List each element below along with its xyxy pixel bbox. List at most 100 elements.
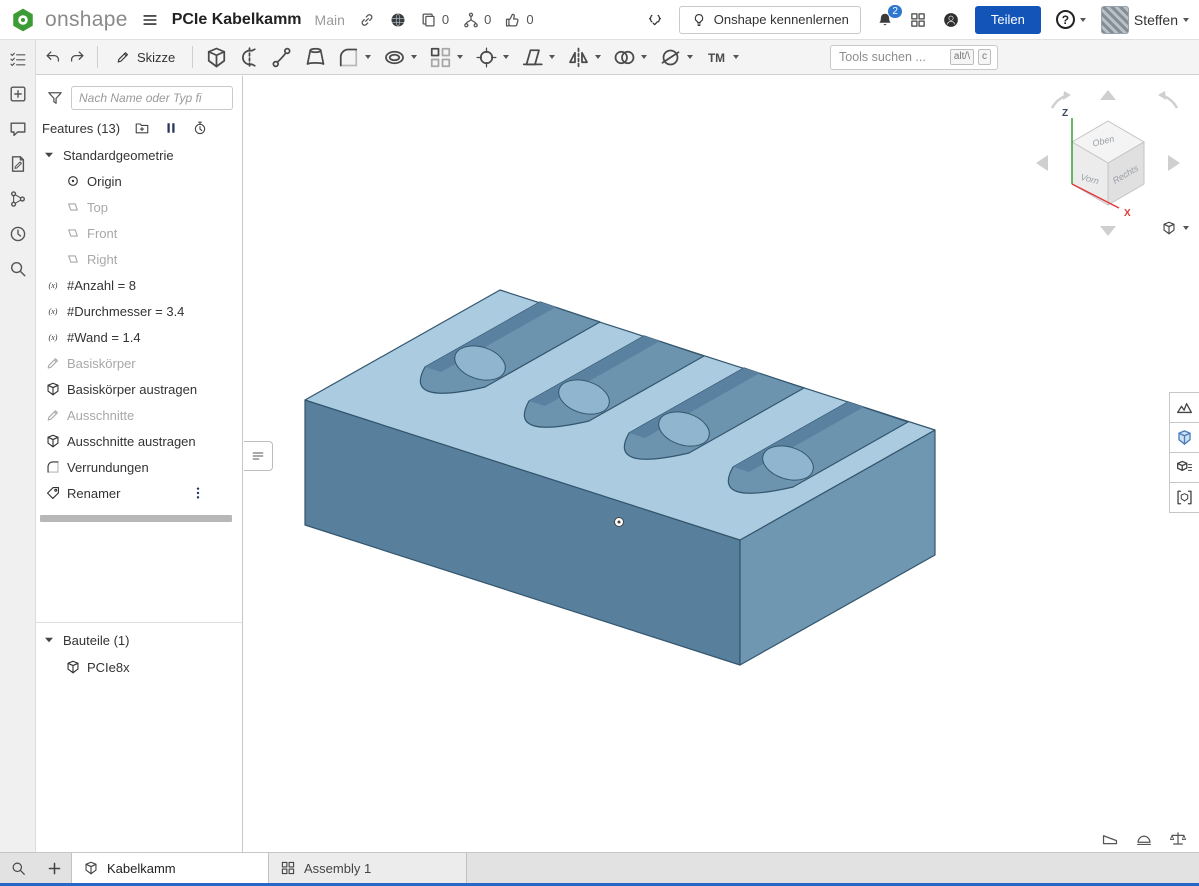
rollback-history-icon[interactable] <box>192 120 208 136</box>
dropdown-caret-icon[interactable] <box>729 45 742 70</box>
dropdown-caret-icon[interactable] <box>545 45 558 70</box>
tab-search-button[interactable] <box>0 853 37 883</box>
appearance-panel-tab[interactable] <box>1169 392 1199 423</box>
comments-icon[interactable] <box>8 119 28 139</box>
community-icon[interactable] <box>942 11 960 29</box>
mirror-icon[interactable] <box>566 45 591 70</box>
tessellation-quality-icon[interactable] <box>1101 830 1119 848</box>
origin-marker[interactable] <box>615 518 624 527</box>
new-folder-icon[interactable] <box>134 120 150 136</box>
undo-button[interactable] <box>44 48 62 66</box>
help-menu[interactable]: ? <box>1056 10 1086 29</box>
display-states-panel-tab[interactable] <box>1169 422 1199 453</box>
forks-counter[interactable]: 0 <box>462 11 491 29</box>
dropdown-caret-icon[interactable] <box>453 45 466 70</box>
hole-icon[interactable] <box>474 45 499 70</box>
view-cube[interactable]: Oben Vorn Rechts <box>1072 121 1144 205</box>
tool-revolve[interactable] <box>237 45 262 70</box>
new-tab-button[interactable] <box>37 853 71 883</box>
revolve-icon[interactable] <box>237 45 262 70</box>
feature-filter-input[interactable] <box>71 86 233 110</box>
shell-icon[interactable] <box>382 45 407 70</box>
learn-button[interactable]: Onshape kennenlernen <box>679 6 861 34</box>
fillet-icon[interactable] <box>336 45 361 70</box>
tool-fillet[interactable] <box>336 45 374 70</box>
feature-item-anzahl-8[interactable]: (x)#Anzahl = 8 <box>36 272 242 298</box>
feature-list-icon[interactable] <box>8 49 28 69</box>
copies-counter[interactable]: 0 <box>420 11 449 29</box>
part-item-pcie8x[interactable]: PCIe8x <box>36 654 242 680</box>
sweep-icon[interactable] <box>270 45 295 70</box>
boolean-icon[interactable] <box>612 45 637 70</box>
scene-canvas[interactable]: Oben Vorn Rechts Z X <box>244 76 1199 852</box>
dropdown-caret-icon[interactable] <box>637 45 650 70</box>
notifications-button[interactable]: 2 <box>876 11 894 29</box>
tool-hole[interactable] <box>474 45 512 70</box>
graphics-area[interactable]: Oben Vorn Rechts Z X <box>244 76 1199 852</box>
transform-icon[interactable]: TM <box>704 45 729 70</box>
dropdown-caret-icon[interactable] <box>683 45 696 70</box>
insert-icon[interactable] <box>8 84 28 104</box>
workspace-name[interactable]: Main <box>315 12 345 28</box>
pattern-icon[interactable] <box>428 45 453 70</box>
tool-extrude[interactable] <box>204 45 229 70</box>
tool-sweep[interactable] <box>270 45 295 70</box>
feature-item-durchmesser-3-4[interactable]: (x)#Durchmesser = 3.4 <box>36 298 242 324</box>
tool-boolean[interactable] <box>612 45 650 70</box>
configuration-panel-tab[interactable] <box>1169 482 1199 513</box>
tool-mirror[interactable] <box>566 45 604 70</box>
sketch-button[interactable]: Skizze <box>109 45 181 69</box>
feature-item-basisk-rper-austragen[interactable]: Basiskörper austragen <box>36 376 242 402</box>
feature-item-origin[interactable]: Origin <box>36 168 242 194</box>
feature-item-front[interactable]: Front <box>36 220 242 246</box>
rollback-bar[interactable] <box>40 515 232 522</box>
redo-button[interactable] <box>68 48 86 66</box>
suppress-icon[interactable] <box>163 120 179 136</box>
featurescript-icon[interactable] <box>646 11 664 29</box>
extrude-icon[interactable] <box>204 45 229 70</box>
split-icon[interactable] <box>658 45 683 70</box>
feature-item-right[interactable]: Right <box>36 246 242 272</box>
likes-counter[interactable]: 0 <box>504 11 533 29</box>
feature-item-ausschnitte-austragen[interactable]: Ausschnitte austragen <box>36 428 242 454</box>
app-switcher-icon[interactable] <box>909 11 927 29</box>
tool-pattern[interactable] <box>428 45 466 70</box>
tab-kabelkamm[interactable]: Kabelkamm <box>71 853 269 883</box>
history-icon[interactable] <box>8 224 28 244</box>
search-icon[interactable] <box>8 259 28 279</box>
feature-item-verrundungen[interactable]: Verrundungen <box>36 454 242 480</box>
feature-group-standardgeometrie[interactable]: Standardgeometrie <box>36 142 242 168</box>
parts-header[interactable]: Bauteile (1) <box>36 626 242 654</box>
feature-item-basisk-rper[interactable]: Basiskörper <box>36 350 242 376</box>
versions-icon[interactable] <box>8 189 28 209</box>
dropdown-caret-icon[interactable] <box>591 45 604 70</box>
tool-transform[interactable]: TM <box>704 45 742 70</box>
view-options-button[interactable] <box>1159 218 1191 238</box>
model-part[interactable] <box>305 290 935 665</box>
dropdown-caret-icon[interactable] <box>361 45 374 70</box>
tool-search-box[interactable]: alt/\ c <box>830 45 998 70</box>
public-document-icon[interactable] <box>389 11 407 29</box>
loft-icon[interactable] <box>303 45 328 70</box>
onshape-logo-icon[interactable] <box>10 7 36 33</box>
draft-icon[interactable] <box>520 45 545 70</box>
units-icon[interactable] <box>1169 830 1187 848</box>
tool-shell[interactable] <box>382 45 420 70</box>
share-link-icon[interactable] <box>358 11 376 29</box>
share-button[interactable]: Teilen <box>975 6 1041 34</box>
feature-panel-handle[interactable] <box>244 441 273 471</box>
dropdown-caret-icon[interactable] <box>499 45 512 70</box>
feature-item-top[interactable]: Top <box>36 194 242 220</box>
bom-panel-tab[interactable] <box>1169 452 1199 483</box>
feature-item-wand-1-4[interactable]: (x)#Wand = 1.4 <box>36 324 242 350</box>
tab-assembly-1[interactable]: Assembly 1 <box>269 853 467 883</box>
tool-search-input[interactable] <box>837 49 946 65</box>
context-menu-icon[interactable] <box>190 485 206 501</box>
document-notes-icon[interactable] <box>8 154 28 174</box>
filter-icon[interactable] <box>46 89 64 107</box>
feature-item-ausschnitte[interactable]: Ausschnitte <box>36 402 242 428</box>
tool-draft[interactable] <box>520 45 558 70</box>
display-quality-icon[interactable] <box>1135 830 1153 848</box>
tool-loft[interactable] <box>303 45 328 70</box>
dropdown-caret-icon[interactable] <box>407 45 420 70</box>
